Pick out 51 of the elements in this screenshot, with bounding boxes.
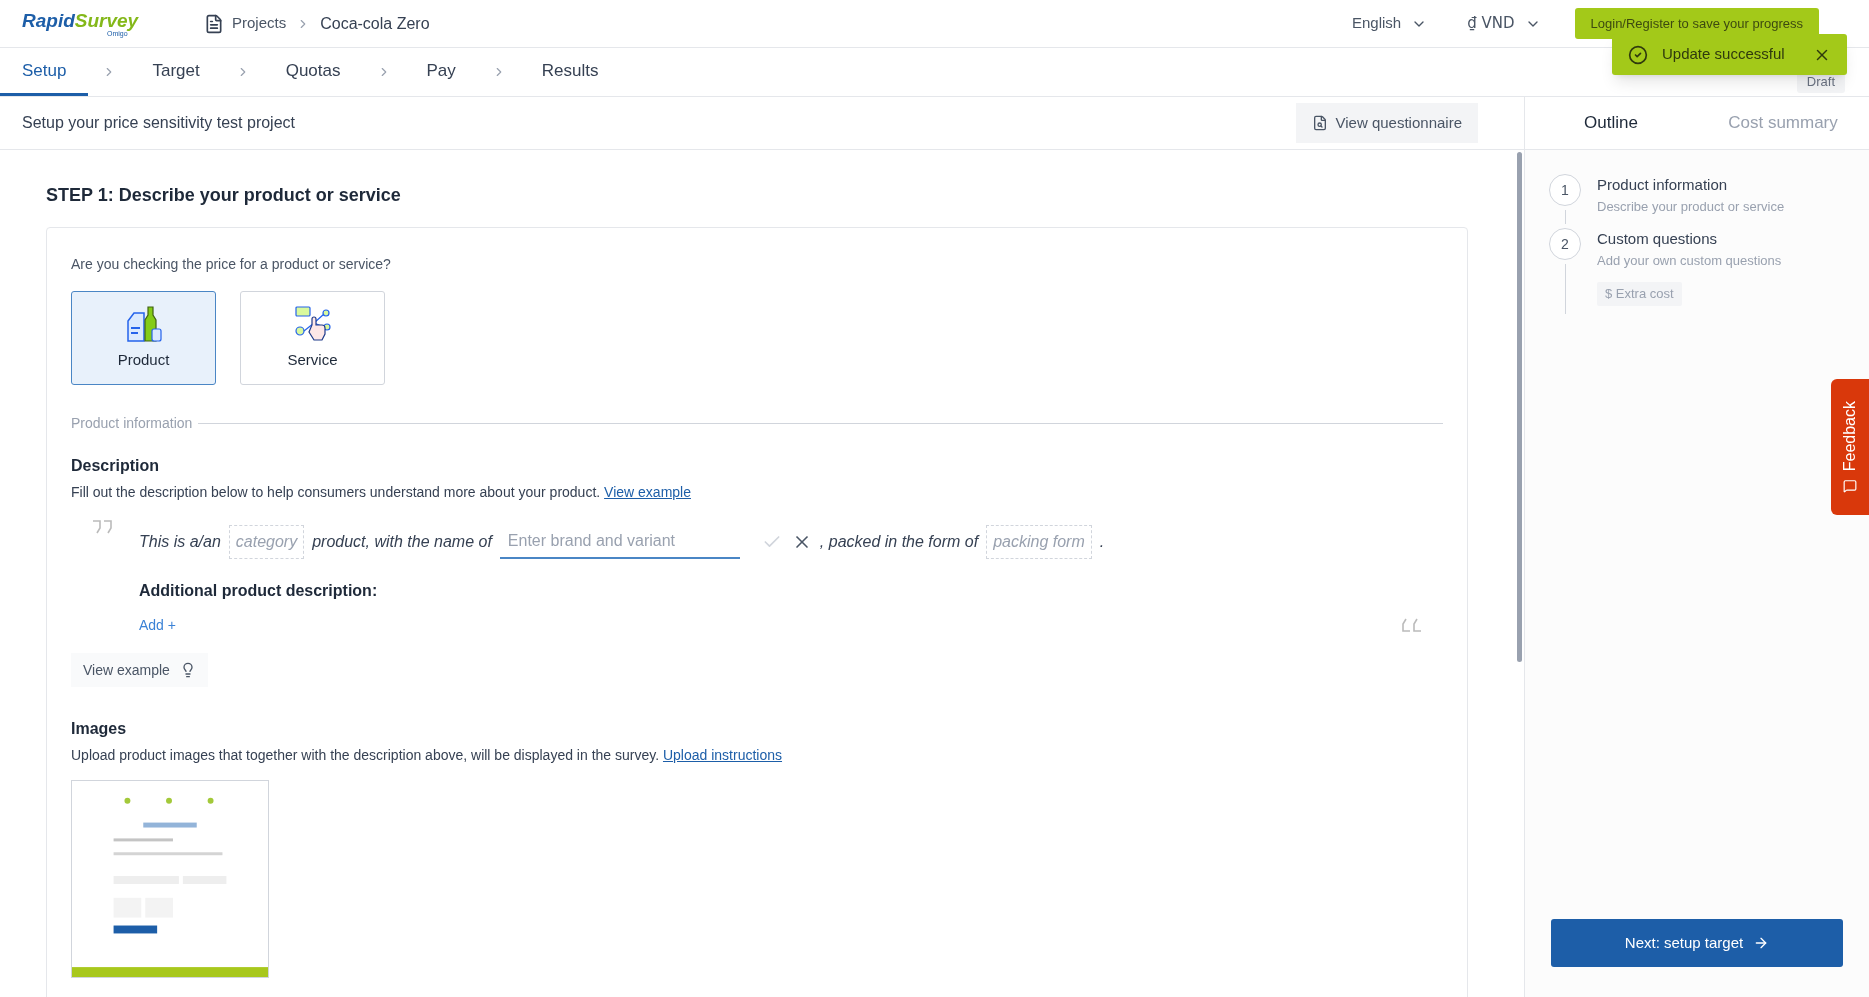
page-title: Setup your price sensitivity test project [22, 113, 296, 133]
panel-tab[interactable]: Outline [1525, 97, 1697, 149]
upload-instructions-link[interactable]: Upload instructions [662, 747, 783, 763]
currency-select[interactable]: ₫ VND [1467, 12, 1541, 35]
step-number: 1 [1549, 174, 1581, 206]
projects-icon [204, 13, 224, 34]
breadcrumb-link[interactable]: Projects [232, 12, 287, 35]
project-name: Coca-cola Zero [320, 13, 430, 34]
step-title: STEP 1: Describe your product or service [46, 184, 402, 207]
images-text: Upload product images that together with the description above, will be displayed in the survey. [71, 747, 660, 763]
add-link[interactable]: Add + [139, 615, 176, 636]
outline-subtitle: Add your own custom questions [1597, 251, 1782, 270]
sentence-text: product, with the name of [312, 532, 492, 552]
description-heading: Description [71, 456, 160, 476]
feedback-tab[interactable]: Feedback [1831, 379, 1869, 515]
choice-card[interactable]: Service [240, 291, 385, 385]
step-tab[interactable]: Quotas [263, 48, 363, 96]
images-heading: Images [71, 719, 128, 739]
toast-message: Update successful [1662, 44, 1786, 65]
choice-card[interactable]: Product [71, 291, 216, 385]
logo[interactable]: RapidSurvey [22, 10, 139, 30]
next-button[interactable]: Next: setup target [1551, 919, 1843, 967]
step-tab[interactable]: Results [519, 48, 621, 96]
step-tab[interactable]: Setup [0, 48, 89, 96]
sentence-text: , packed in the form of [819, 532, 979, 552]
view-example-button[interactable]: View example [71, 653, 208, 687]
outline-subtitle: Describe your product or service [1597, 197, 1785, 216]
view-example-link[interactable]: View example [604, 484, 691, 500]
step-tab[interactable]: Pay [404, 48, 478, 96]
language-select[interactable]: English [1352, 12, 1428, 35]
open-quote-icon [91, 519, 113, 535]
brand-input[interactable]: Enter brand and variant [499, 525, 740, 559]
section-label: Product information [71, 414, 193, 433]
outline-title[interactable]: Custom questions [1597, 228, 1782, 251]
document-search-icon [1311, 115, 1328, 131]
description-text: Fill out the description below to help consumers understand more about your product. [71, 484, 601, 500]
outline-title[interactable]: Product information [1597, 174, 1785, 197]
scrollbar-thumb[interactable] [1516, 152, 1522, 662]
sentence-text: This is a/an [139, 532, 221, 552]
additional-heading: Additional product description: [139, 581, 379, 601]
success-icon [1628, 44, 1648, 65]
question-text: Are you checking the price for a product or service? [71, 255, 392, 274]
sentence-text: . [1099, 532, 1105, 552]
chat-icon [1843, 479, 1857, 494]
close-quote-icon [1401, 617, 1423, 633]
product-icon [125, 304, 162, 343]
service-icon [293, 304, 332, 343]
extra-cost-tag: $ Extra cost [1597, 282, 1682, 306]
view-questionnaire-button[interactable]: View questionnaire [1295, 103, 1478, 143]
step-tab[interactable]: Target [130, 48, 222, 96]
step-number: 2 [1549, 228, 1581, 260]
